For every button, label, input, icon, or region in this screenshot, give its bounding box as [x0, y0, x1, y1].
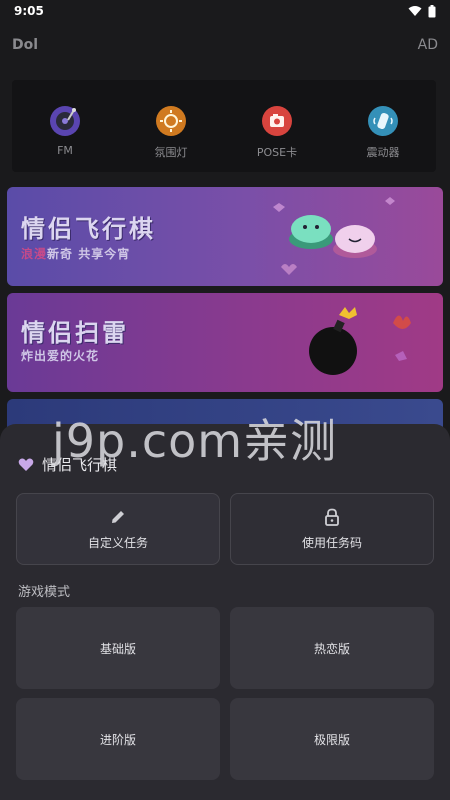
banner-subtitle-rest: 新奇 共享今宵	[47, 247, 131, 261]
mode-section-label: 游戏模式	[18, 585, 71, 600]
mode-basic-button[interactable]: 基础版	[16, 607, 220, 689]
tool-label-fm: FM	[57, 144, 73, 157]
use-task-code-button[interactable]: 使用任务码	[230, 493, 434, 565]
battery-icon	[428, 4, 436, 17]
tool-label-atmosphere-light: 氛围灯	[154, 146, 188, 159]
pencil-icon	[112, 510, 124, 523]
tool-vibrator[interactable]: 震动器	[338, 106, 428, 160]
custom-task-button[interactable]: 自定义任务	[16, 493, 220, 565]
wifi-icon	[408, 6, 422, 16]
tool-fm[interactable]: FM	[20, 106, 110, 157]
tools-card: FM 氛围灯 POSE卡 震动器	[12, 80, 436, 172]
chess-pieces-illustration	[273, 197, 395, 275]
app-header: Dol AD	[0, 30, 450, 60]
app-name: Dol	[12, 37, 39, 53]
turntable-icon	[50, 106, 80, 136]
lock-icon	[325, 508, 339, 526]
tool-label-pose-card: POSE卡	[256, 146, 298, 159]
banner-title: 情侣飞行棋	[21, 215, 156, 243]
mode-extreme-button[interactable]: 极限版	[230, 698, 434, 780]
vibrator-icon	[368, 106, 398, 136]
use-task-code-label: 使用任务码	[301, 535, 362, 550]
custom-task-label: 自定义任务	[87, 535, 148, 550]
banner-minesweeper[interactable]: 情侣扫雷 炸出爱的火花	[7, 293, 443, 392]
status-time: 9:05	[14, 4, 44, 18]
mode-passion-button[interactable]: 热恋版	[230, 607, 434, 689]
bomb-illustration	[309, 307, 411, 375]
sheet-title-row: 情侣飞行棋	[18, 454, 117, 475]
tool-pose-card[interactable]: POSE卡	[232, 106, 322, 160]
banner-subtitle: 浪漫新奇 共享今宵	[21, 245, 130, 262]
ad-button[interactable]: AD	[418, 37, 438, 53]
banner-flying-chess[interactable]: 情侣飞行棋 浪漫新奇 共享今宵	[7, 187, 443, 286]
mode-advanced-button[interactable]: 进阶版	[16, 698, 220, 780]
tool-atmosphere-light[interactable]: 氛围灯	[126, 106, 216, 160]
heart-icon	[18, 458, 34, 471]
banner-title: 情侣扫雷	[21, 319, 129, 347]
sheet-title: 情侣飞行棋	[42, 456, 118, 474]
camera-icon	[262, 106, 292, 136]
status-bar: 9:05	[0, 0, 450, 22]
atmosphere-light-icon	[156, 106, 186, 136]
status-icons	[408, 4, 436, 18]
banner-subtitle-highlight: 浪漫	[21, 247, 48, 261]
tool-label-vibrator: 震动器	[366, 146, 400, 159]
bottom-sheet: 情侣飞行棋 自定义任务 使用任务码 游戏模式 基础版 热恋版 进阶版 极限版	[0, 424, 450, 800]
banner-subtitle: 炸出爱的火花	[21, 349, 100, 363]
